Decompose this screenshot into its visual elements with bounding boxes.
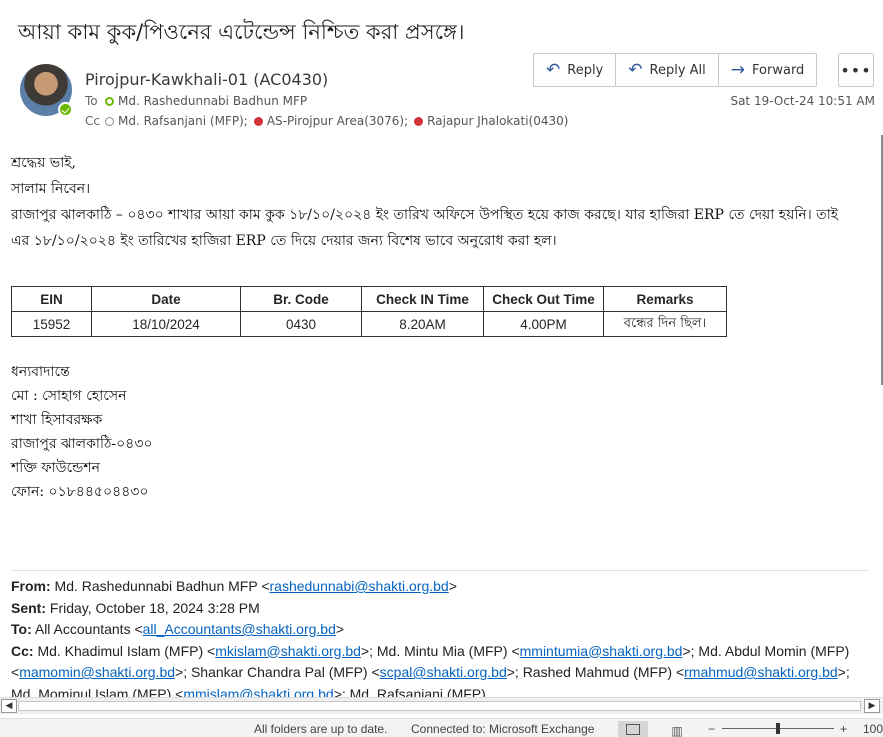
presence-available-icon bbox=[105, 96, 114, 106]
reply-all-button[interactable]: ↶ Reply All bbox=[616, 54, 719, 86]
to-close: > bbox=[335, 621, 345, 637]
cc-name: >; Md. Mintu Mia (MFP) < bbox=[360, 642, 520, 659]
column-header: Date bbox=[91, 286, 241, 312]
signature-phone: ফোন: ০১৮৪৪৫০৪৪৩০ bbox=[11, 484, 149, 500]
presence-busy-icon bbox=[414, 116, 424, 126]
zoom-out-button[interactable]: − bbox=[708, 722, 715, 736]
column-header: Br. Code bbox=[240, 286, 362, 312]
to-email-link[interactable]: all_Accountants@shakti.org.bd bbox=[143, 621, 336, 637]
from-name: Md. Rashedunnabi Badhun MFP < bbox=[50, 578, 270, 594]
table-cell: 4.00PM bbox=[483, 311, 604, 337]
column-header: Remarks bbox=[603, 286, 727, 312]
cc-recipient[interactable]: Md. Rafsanjani (MFP); bbox=[118, 114, 248, 128]
cc-recipient[interactable]: Rajapur Jhalokati(0430) bbox=[427, 114, 568, 128]
to-name: All Accountants < bbox=[31, 621, 143, 637]
forwarded-sent: Sent: Friday, October 18, 2024 3:28 PM bbox=[11, 598, 871, 620]
greeting: শ্রদ্ধেয় ভাই, bbox=[11, 155, 76, 171]
cc-label: Cc: bbox=[11, 642, 34, 659]
zoom-level[interactable]: 100 bbox=[863, 722, 883, 736]
scroll-right-icon[interactable]: ▶ bbox=[864, 699, 880, 713]
table-header-row: EIN Date Br. Code Check IN Time Check Ou… bbox=[11, 286, 727, 312]
salam: সালাম নিবেন। bbox=[11, 181, 91, 197]
message-subject: আয়া কাম কুক/পিওনের এটেন্ডেন্স নিশ্চিত ক… bbox=[18, 20, 465, 44]
zoom-slider-thumb[interactable] bbox=[776, 723, 780, 734]
forwarded-from: From: Md. Rashedunnabi Badhun MFP <rashe… bbox=[11, 576, 871, 598]
column-header: EIN bbox=[11, 286, 92, 312]
forwarded-header: From: Md. Rashedunnabi Badhun MFP <rashe… bbox=[11, 576, 871, 705]
signature-thanks: ধন্যবাদান্তে bbox=[11, 364, 70, 380]
reading-view-button[interactable]: ▥ bbox=[662, 721, 692, 737]
cc-name: >; Rashed Mahmud (MFP) < bbox=[506, 664, 685, 680]
sender-name[interactable]: Pirojpur-Kawkhali-01 (AC0430) bbox=[85, 70, 328, 89]
status-bar: All folders are up to date. Connected to… bbox=[0, 718, 883, 737]
reading-view-icon: ▥ bbox=[671, 724, 683, 737]
to-label: To bbox=[85, 94, 98, 108]
cc-email-link[interactable]: rmahmud@shakti.org.bd bbox=[684, 664, 838, 680]
table-cell: 15952 bbox=[11, 311, 92, 337]
forward-button[interactable]: → Forward bbox=[719, 54, 817, 86]
from-label: From: bbox=[11, 578, 51, 594]
body-paragraph-line2: এর ১৮/১০/২০২৪ ইং তারিখের হাজিরা ERP তে দ… bbox=[11, 233, 557, 249]
presence-unknown-icon bbox=[105, 116, 114, 126]
column-header: Check IN Time bbox=[361, 286, 484, 312]
cc-email-link[interactable]: mkislam@shakti.org.bd bbox=[215, 643, 361, 659]
sent-value: Friday, October 18, 2024 3:28 PM bbox=[46, 599, 260, 616]
signature-block: ধন্যবাদান্তে মো : সোহাগ হোসেন শাখা হিসাব… bbox=[11, 360, 153, 504]
reply-label: Reply bbox=[567, 62, 604, 78]
cc-email-link[interactable]: mmintumia@shakti.org.bd bbox=[520, 643, 683, 659]
scroll-left-icon[interactable]: ◀ bbox=[1, 699, 17, 713]
forwarded-to: To: All Accountants <all_Accountants@sha… bbox=[11, 619, 871, 641]
reply-icon: ↶ bbox=[546, 60, 561, 80]
scroll-track[interactable] bbox=[18, 701, 861, 711]
table-cell: 0430 bbox=[240, 311, 362, 337]
reply-all-label: Reply All bbox=[649, 62, 706, 78]
table-cell: 8.20AM bbox=[361, 311, 484, 337]
forward-label: Forward bbox=[752, 62, 805, 78]
forward-icon: → bbox=[730, 60, 746, 80]
message-body: শ্রদ্ধেয় ভাই, সালাম নিবেন। রাজাপুর ঝালক… bbox=[11, 150, 876, 254]
cc-name: Md. Khadimul Islam (MFP) < bbox=[33, 642, 216, 659]
signature-branch: রাজাপুর ঝালকাঠি-০৪৩০ bbox=[11, 436, 153, 452]
connection-status: Connected to: Microsoft Exchange bbox=[411, 722, 595, 736]
signature-org: শক্তি ফাউন্ডেশন bbox=[11, 460, 100, 476]
horizontal-scrollbar[interactable]: ◀ ▶ bbox=[0, 697, 883, 714]
cc-row: Cc Md. Rafsanjani (MFP); AS-Pirojpur Are… bbox=[85, 114, 568, 128]
cc-name: >; Shankar Chandra Pal (MFP) < bbox=[175, 664, 380, 680]
more-actions-button[interactable]: ••• bbox=[838, 53, 874, 87]
to-label: To: bbox=[11, 621, 32, 637]
message-date: Sat 19-Oct-24 10:51 AM bbox=[730, 94, 875, 108]
from-email-link[interactable]: rashedunnabi@shakti.org.bd bbox=[270, 578, 449, 594]
cc-email-link[interactable]: scpal@shakti.org.bd bbox=[380, 664, 507, 680]
cc-label: Cc bbox=[85, 114, 100, 128]
table-row: 15952 18/10/2024 0430 8.20AM 4.00PM বন্ধ… bbox=[11, 311, 727, 337]
column-header: Check Out Time bbox=[483, 286, 604, 312]
presence-busy-icon bbox=[253, 116, 263, 126]
sent-label: Sent: bbox=[11, 599, 46, 616]
normal-view-icon bbox=[626, 723, 640, 735]
table-cell: 18/10/2024 bbox=[91, 311, 241, 337]
table-cell: বন্ধের দিন ছিল। bbox=[603, 311, 727, 337]
presence-available-icon bbox=[58, 102, 73, 117]
normal-view-button[interactable] bbox=[618, 721, 648, 737]
cc-email-link[interactable]: mamomin@shakti.org.bd bbox=[19, 664, 175, 680]
sync-status: All folders are up to date. bbox=[254, 722, 388, 736]
cc-recipient[interactable]: AS-Pirojpur Area(3076); bbox=[267, 114, 408, 128]
message-actions: ↶ Reply ↶ Reply All → Forward bbox=[533, 53, 818, 87]
to-recipient[interactable]: Md. Rashedunnabi Badhun MFP bbox=[118, 94, 307, 108]
signature-designation: শাখা হিসাবরক্ষক bbox=[11, 412, 103, 428]
forwarded-cc: Cc: Md. Khadimul Islam (MFP) <mkislam@sh… bbox=[11, 641, 871, 706]
forward-divider bbox=[11, 570, 869, 571]
reply-button[interactable]: ↶ Reply bbox=[534, 54, 617, 86]
attendance-table: EIN Date Br. Code Check IN Time Check Ou… bbox=[11, 286, 727, 337]
signature-name: মো : সোহাগ হোসেন bbox=[11, 388, 127, 404]
to-row: To Md. Rashedunnabi Badhun MFP bbox=[85, 94, 307, 108]
from-close: > bbox=[448, 578, 457, 594]
reply-all-icon: ↶ bbox=[628, 60, 643, 80]
zoom-in-button[interactable]: + bbox=[840, 722, 847, 736]
body-paragraph-line1: রাজাপুর ঝালকাঠি – ০৪৩০ শাখার আয়া কাম কু… bbox=[11, 207, 839, 223]
